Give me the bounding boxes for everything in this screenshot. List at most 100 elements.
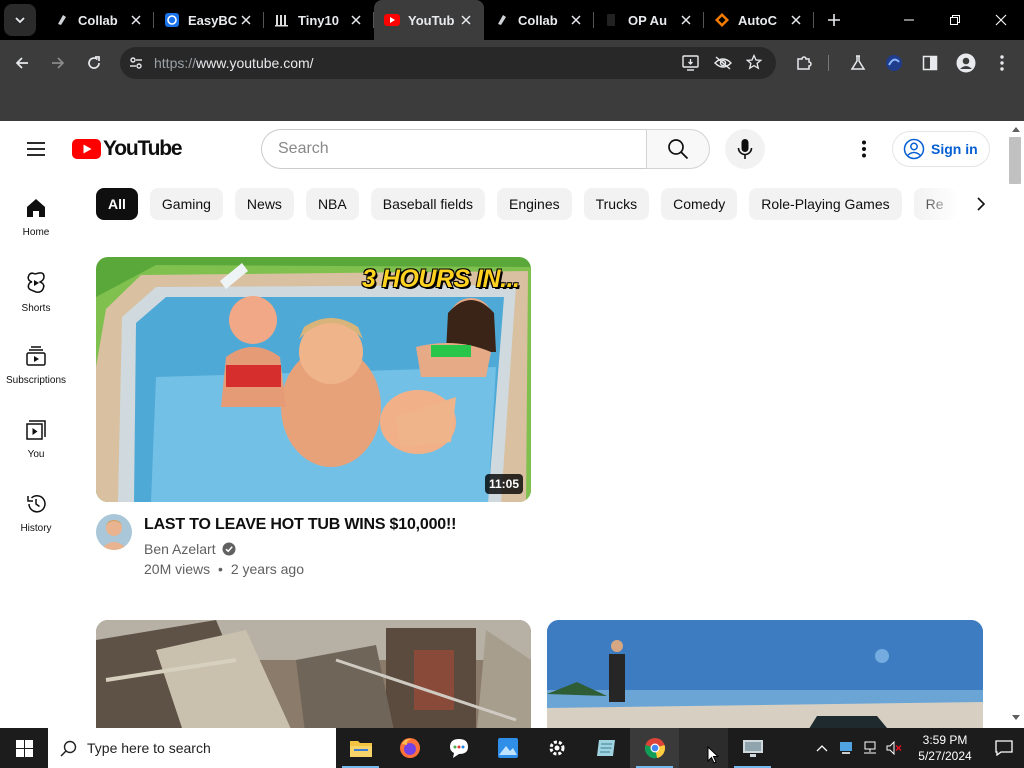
- windows-logo-icon: [15, 739, 33, 757]
- profile-button[interactable]: [950, 47, 982, 79]
- install-app-icon[interactable]: [682, 55, 700, 71]
- chip-bar: All Gaming News NBA Baseball fields Engi…: [96, 188, 1000, 220]
- channel-avatar[interactable]: [96, 514, 132, 550]
- easybc-icon: [164, 12, 180, 28]
- hamburger-icon: [27, 142, 45, 156]
- video-meta: 20M views • 2 years ago: [144, 561, 304, 577]
- back-button[interactable]: [6, 47, 38, 79]
- taskbar-clock[interactable]: 3:59 PM 5/27/2024: [906, 732, 984, 764]
- taskbar-talk-app[interactable]: [434, 728, 483, 768]
- taskbar-remote-desktop[interactable]: [728, 728, 777, 768]
- forward-button[interactable]: [42, 47, 74, 79]
- scrollbar-thumb[interactable]: [1009, 137, 1021, 184]
- search-button[interactable]: [646, 129, 710, 169]
- chevron-down-icon: [15, 17, 25, 24]
- extensions-button[interactable]: [788, 47, 820, 79]
- site-info-icon[interactable]: [128, 55, 144, 71]
- url-text: https://www.youtube.com/: [154, 55, 314, 71]
- sidebar-item-home[interactable]: Home: [0, 177, 72, 251]
- sign-in-button[interactable]: Sign in: [892, 131, 990, 167]
- sidebar-item-subscriptions[interactable]: Subscriptions: [0, 325, 72, 399]
- tab-collab-1[interactable]: Collab: [44, 0, 154, 40]
- show-hidden-icons-button[interactable]: [810, 728, 834, 768]
- tab-autoc[interactable]: AutoC: [704, 0, 814, 40]
- video-thumbnail[interactable]: 3 HOURS IN... 11:05: [96, 257, 531, 502]
- mini-guide: Home Shorts Subscriptions You History: [0, 177, 72, 547]
- new-tab-button[interactable]: [818, 4, 850, 36]
- action-center-button[interactable]: [984, 728, 1024, 768]
- search-input[interactable]: Search: [261, 129, 647, 169]
- chip-engines[interactable]: Engines: [497, 188, 572, 220]
- taskbar-chrome[interactable]: [630, 728, 679, 768]
- chip-trucks[interactable]: Trucks: [583, 188, 650, 220]
- chip-news[interactable]: News: [234, 188, 294, 220]
- extension-blue-button[interactable]: [878, 47, 910, 79]
- taskbar-blank-app[interactable]: [679, 728, 728, 768]
- sidebar-item-history[interactable]: History: [0, 473, 72, 547]
- taskbar-settings[interactable]: [532, 728, 581, 768]
- close-icon[interactable]: [568, 12, 584, 28]
- tab-search-button[interactable]: [4, 4, 36, 36]
- sidebar-item-you[interactable]: You: [0, 399, 72, 473]
- close-icon[interactable]: [128, 12, 144, 28]
- voice-search-button[interactable]: [725, 129, 765, 169]
- settings-menu-button[interactable]: [852, 137, 876, 161]
- view-count: 20M views: [144, 561, 211, 577]
- tab-collab-2[interactable]: Collab: [484, 0, 594, 40]
- taskbar-photos[interactable]: [483, 728, 532, 768]
- start-button[interactable]: [0, 728, 48, 768]
- close-icon[interactable]: [788, 12, 804, 28]
- tab-youtube[interactable]: YouTub: [374, 0, 484, 40]
- bookmarks-bar: [0, 86, 1024, 121]
- chrome-menu-button[interactable]: [986, 47, 1018, 79]
- address-bar[interactable]: https://www.youtube.com/: [120, 47, 776, 79]
- page-scrollbar[interactable]: [1008, 121, 1024, 728]
- chip-role-playing-games[interactable]: Role-Playing Games: [749, 188, 902, 220]
- youtube-logo[interactable]: YouTube: [72, 137, 183, 161]
- network-button[interactable]: [858, 728, 882, 768]
- subscriptions-icon: [26, 346, 46, 366]
- taskbar-search-box[interactable]: Type here to search: [48, 728, 336, 768]
- chip-nba[interactable]: NBA: [305, 188, 359, 220]
- restore-button[interactable]: [932, 0, 978, 40]
- taskbar: Type here to search 3:59 PM 5/27/2024: [0, 728, 1024, 768]
- chip-gaming[interactable]: Gaming: [149, 188, 223, 220]
- chip-next-button[interactable]: [962, 188, 1000, 220]
- eye-off-icon[interactable]: [714, 55, 732, 71]
- collab-icon: [494, 12, 510, 28]
- folder-icon: [349, 741, 372, 757]
- tab-op-au[interactable]: OP Au: [594, 0, 704, 40]
- taskbar-firefox[interactable]: [385, 728, 434, 768]
- sidebar-item-shorts[interactable]: Shorts: [0, 251, 72, 325]
- video-thumbnail-2[interactable]: [96, 620, 531, 728]
- side-panel-button[interactable]: [914, 47, 946, 79]
- sign-in-label: Sign in: [931, 141, 978, 157]
- minimize-button[interactable]: [886, 0, 932, 40]
- taskbar-file-explorer[interactable]: [336, 728, 385, 768]
- close-window-button[interactable]: [978, 0, 1024, 40]
- notepad-icon: [596, 740, 615, 756]
- avatar-image: [96, 514, 132, 550]
- taskbar-notes-app[interactable]: [581, 728, 630, 768]
- chip-all[interactable]: All: [96, 188, 138, 220]
- channel-name[interactable]: Ben Azelart: [144, 541, 216, 557]
- star-icon[interactable]: [746, 54, 762, 70]
- restore-icon: [950, 15, 960, 25]
- video-thumbnail-3[interactable]: [547, 620, 983, 728]
- tab-tiny10[interactable]: Tiny10: [264, 0, 374, 40]
- tab-easybc[interactable]: EasyBC: [154, 0, 264, 40]
- labs-button[interactable]: [842, 47, 874, 79]
- home-icon: [27, 199, 45, 217]
- video-title[interactable]: LAST TO LEAVE HOT TUB WINS $10,000!!: [144, 516, 456, 534]
- tray-app-icon[interactable]: [834, 728, 858, 768]
- volume-button[interactable]: [882, 728, 906, 768]
- close-icon[interactable]: [458, 12, 474, 28]
- close-icon[interactable]: [678, 12, 694, 28]
- channel-name-row: Ben Azelart: [144, 541, 236, 557]
- close-icon[interactable]: [348, 12, 364, 28]
- chip-comedy[interactable]: Comedy: [661, 188, 738, 220]
- reload-button[interactable]: [78, 47, 110, 79]
- chip-baseball-fields[interactable]: Baseball fields: [370, 188, 486, 220]
- guide-menu-button[interactable]: [24, 137, 48, 161]
- close-icon[interactable]: [238, 12, 254, 28]
